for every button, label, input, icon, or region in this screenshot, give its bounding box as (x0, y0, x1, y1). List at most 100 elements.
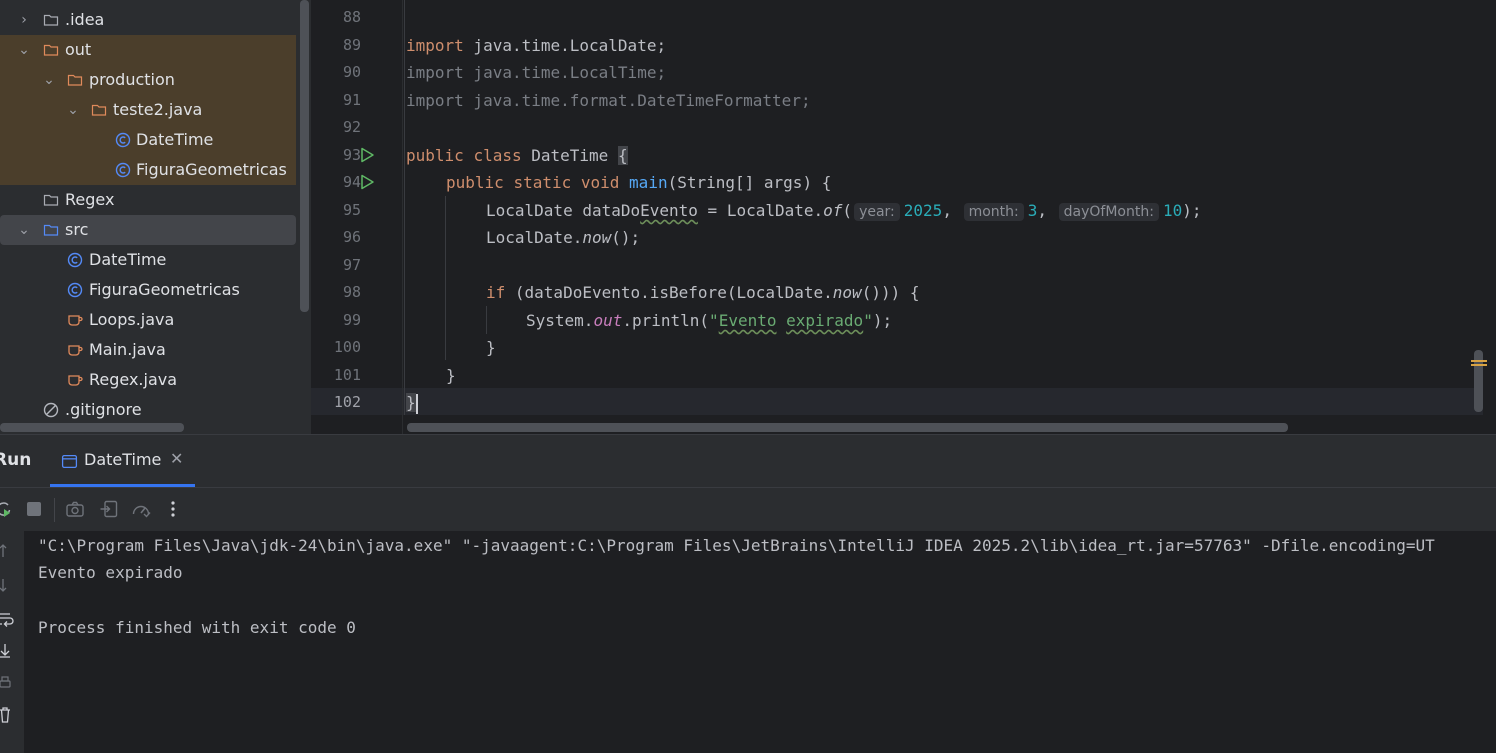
scroll-to-end-icon[interactable] (0, 643, 16, 659)
rerun-icon[interactable] (0, 499, 14, 519)
code-token: DateTime (531, 146, 618, 165)
tab-datetime[interactable]: DateTime ✕ (50, 435, 195, 487)
code-token: if (486, 283, 506, 302)
typo-token: expirado (786, 311, 864, 330)
code-token: LocalDate (486, 201, 583, 220)
trash-icon[interactable] (0, 707, 16, 723)
tree-vertical-scrollbar[interactable] (300, 0, 309, 312)
more-options-icon[interactable] (163, 499, 183, 519)
code-token: 3 (1027, 201, 1038, 220)
stop-icon[interactable] (24, 499, 44, 519)
tree-item-label: production (89, 70, 175, 89)
code-editor[interactable]: 88 89 90 91 92 93 94 95 96 97 98 99 100 … (311, 0, 1496, 434)
code-token: ( (842, 201, 853, 220)
code-token: dataDo (582, 201, 641, 220)
console-line: Evento expirado (38, 563, 183, 582)
tree-item-label: teste2.java (113, 100, 203, 119)
print-icon[interactable] (0, 675, 16, 691)
chevron-down-icon[interactable]: ⌄ (17, 35, 31, 65)
run-class-icon[interactable] (358, 146, 376, 164)
class-icon (67, 282, 83, 298)
chevron-down-icon[interactable]: ⌄ (17, 215, 31, 245)
code-token: of (823, 201, 843, 220)
run-main-icon[interactable] (358, 173, 376, 191)
chevron-down-icon[interactable]: ⌄ (66, 95, 80, 125)
up-arrow-icon[interactable] (0, 543, 16, 559)
code-line-99: System.out.println("Evento expirado"); (526, 307, 892, 334)
folder-icon (91, 104, 107, 116)
typo-token: Evento (640, 201, 698, 220)
restore-layout-icon[interactable] (99, 499, 119, 519)
toolbar-separator (54, 498, 55, 522)
tree-item-loops-java[interactable]: Loops.java (0, 305, 296, 335)
tree-item-src[interactable]: ⌄ src (0, 215, 296, 245)
tree-item-out[interactable]: ⌄ out (0, 35, 296, 65)
line-number: 89 (342, 36, 361, 54)
chevron-down-icon[interactable]: ⌄ (42, 65, 56, 95)
code-token: main (629, 173, 668, 192)
tree-item-label: Regex.java (89, 370, 178, 389)
console-output[interactable]: "C:\Program Files\Java\jdk-24\bin\java.e… (24, 531, 1496, 753)
code-line-93: public class DateTime { (406, 142, 628, 169)
line-number: 101 (333, 366, 361, 384)
tree-item-label: FiguraGeometricas (136, 160, 287, 179)
chevron-right-icon[interactable]: › (17, 5, 31, 35)
tree-item-regex-folder[interactable]: Regex (0, 185, 296, 215)
editor-horizontal-scrollbar[interactable] (407, 423, 1288, 432)
run-tool-window-title: Run (0, 450, 32, 470)
tree-item-production[interactable]: ⌄ production (0, 65, 296, 95)
tab-label: DateTime (84, 450, 162, 469)
tree-item-label: src (65, 220, 89, 239)
run-toolbar (0, 487, 1496, 531)
code-token: static (513, 173, 572, 192)
tree-item-label: .idea (65, 10, 105, 29)
code-token: (dataDoEvento.isBefore(LocalDate. (505, 283, 833, 302)
tree-item-teste2-java[interactable]: ⌄ teste2.java (0, 95, 296, 125)
line-number: 90 (342, 63, 361, 81)
java-file-icon (68, 315, 83, 326)
tree-horizontal-scrollbar[interactable] (0, 423, 184, 432)
indent-guide (445, 196, 446, 360)
code-token: , (942, 201, 962, 220)
matched-brace: } (406, 393, 416, 412)
tree-item-idea[interactable]: › .idea (0, 5, 296, 35)
code-token: (); (611, 228, 641, 247)
code-token: out (593, 311, 623, 330)
folder-icon (43, 194, 59, 206)
tree-item-figurageometricas-src[interactable]: FiguraGeometricas (0, 275, 296, 305)
tree-item-figurageometricas-class[interactable]: FiguraGeometricas (0, 155, 296, 185)
tree-item-label: Regex (65, 190, 115, 209)
code-token: (String[] args) { (667, 173, 832, 192)
code-line-100: } (486, 338, 496, 357)
code-token: public (446, 173, 504, 192)
down-arrow-icon[interactable] (0, 577, 16, 593)
tree-item-regex-java[interactable]: Regex.java (0, 365, 296, 395)
class-icon (115, 132, 131, 148)
line-number: 98 (342, 283, 361, 301)
code-token: System. (526, 311, 594, 330)
warning-marker[interactable] (1471, 360, 1487, 362)
code-line-98: if (dataDoEvento.isBefore(LocalDate.now(… (486, 279, 919, 306)
run-tool-window-header: Run DateTime ✕ (0, 435, 1496, 487)
coverage-icon[interactable] (131, 499, 151, 519)
code-token: ); (1182, 201, 1202, 220)
tree-item-label: Main.java (89, 340, 166, 359)
code-token: " (709, 311, 719, 330)
tree-item-label: Loops.java (89, 310, 175, 329)
code-token: class (473, 146, 522, 165)
code-token: " (863, 311, 873, 330)
code-token: ); (872, 311, 893, 330)
close-icon[interactable]: ✕ (170, 449, 183, 468)
parameter-hint: month: (963, 203, 1024, 221)
soft-wrap-icon[interactable] (0, 611, 16, 627)
line-number: 88 (342, 8, 361, 26)
line-number: 97 (342, 256, 361, 274)
line-number: 96 (342, 228, 361, 246)
code-token: import (406, 36, 464, 55)
tree-item-datetime-src[interactable]: DateTime (0, 245, 296, 275)
tree-item-gitignore[interactable]: .gitignore (0, 395, 296, 425)
tree-item-datetime-class[interactable]: DateTime (0, 125, 296, 155)
tree-item-main-java[interactable]: Main.java (0, 335, 296, 365)
camera-icon[interactable] (65, 499, 85, 519)
